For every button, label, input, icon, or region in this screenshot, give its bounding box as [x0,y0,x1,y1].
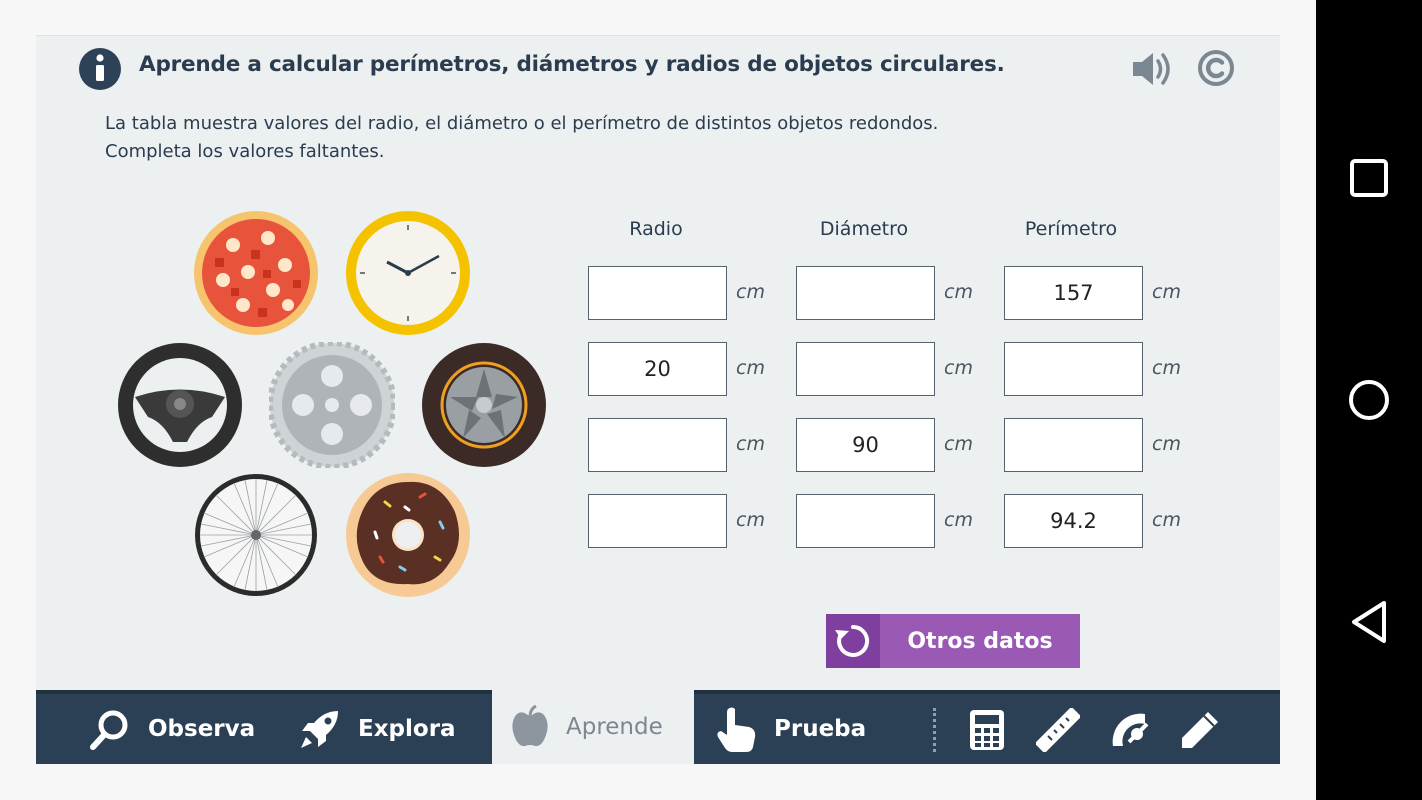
copyright-icon[interactable] [1197,49,1235,87]
nav-item-aprende[interactable]: Aprende [492,690,694,764]
unit-label: cm [944,357,973,379]
tire-image [422,343,546,467]
pizza-image [194,211,318,335]
magnifier-icon [90,710,128,750]
calculator-icon[interactable] [965,708,1009,752]
input-radio-row-2[interactable]: 20 [588,342,727,396]
input-perimetro-row-4[interactable]: 94.2 [1004,494,1143,548]
unit-label: cm [736,281,765,303]
unit-label: cm [1152,433,1181,455]
otros-datos-label: Otros datos [907,628,1053,654]
page-title: Aprende a calcular perímetros, diámetros… [139,52,1005,77]
unit-label: cm [1152,281,1181,303]
nav-item-prueba[interactable]: Prueba [716,694,866,764]
instructions: La tabla muestra valores del radio, el d… [105,110,938,166]
speaker-icon[interactable] [1131,50,1173,88]
nav-label: Explora [358,716,456,742]
steering-wheel-image [118,343,242,467]
protractor-icon[interactable] [1107,708,1151,752]
bottom-navigation: Observa Explora Aprende Prueba [36,690,1280,764]
column-header-radio: Radio [629,218,683,240]
unit-label: cm [944,509,973,531]
input-diametro-row-4[interactable] [796,494,935,548]
bicycle-wheel-image [195,474,317,596]
back-icon[interactable] [1344,597,1394,647]
gear-image [269,342,395,468]
apple-icon [512,705,548,747]
refresh-icon [826,614,880,668]
input-perimetro-row-2[interactable] [1004,342,1143,396]
home-icon[interactable] [1344,375,1394,425]
unit-label: cm [1152,357,1181,379]
unit-label: cm [736,433,765,455]
recents-icon[interactable] [1344,153,1394,203]
input-perimetro-row-3[interactable] [1004,418,1143,472]
input-perimetro-row-1[interactable]: 157 [1004,266,1143,320]
input-diametro-row-1[interactable] [796,266,935,320]
info-icon[interactable] [79,48,121,90]
nav-item-explora[interactable]: Explora [298,694,456,764]
hand-pointer-icon [717,707,756,752]
input-diametro-row-3[interactable]: 90 [796,418,935,472]
ruler-icon[interactable] [1036,708,1080,752]
otros-datos-button[interactable]: Otros datos [826,614,1080,668]
unit-label: cm [1152,509,1181,531]
nav-label: Prueba [774,716,867,742]
nav-item-observa[interactable]: Observa [88,694,255,764]
instructions-line-1: La tabla muestra valores del radio, el d… [105,113,939,134]
donut-image [346,473,470,597]
android-navigation-bar [1316,0,1422,800]
instructions-line-2: Completa los valores faltantes. [105,141,385,162]
nav-separator [933,708,936,752]
unit-label: cm [944,433,973,455]
pencil-icon[interactable] [1178,708,1222,752]
input-radio-row-4[interactable] [588,494,727,548]
clock-image [346,211,470,335]
unit-label: cm [736,509,765,531]
nav-label: Aprende [566,714,663,740]
column-header-diametro: Diámetro [819,218,909,240]
nav-label: Observa [148,716,256,742]
column-header-perimetro: Perímetro [1024,218,1118,240]
input-diametro-row-2[interactable] [796,342,935,396]
unit-label: cm [944,281,973,303]
rocket-icon [301,711,338,748]
unit-label: cm [736,357,765,379]
input-radio-row-3[interactable] [588,418,727,472]
input-radio-row-1[interactable] [588,266,727,320]
